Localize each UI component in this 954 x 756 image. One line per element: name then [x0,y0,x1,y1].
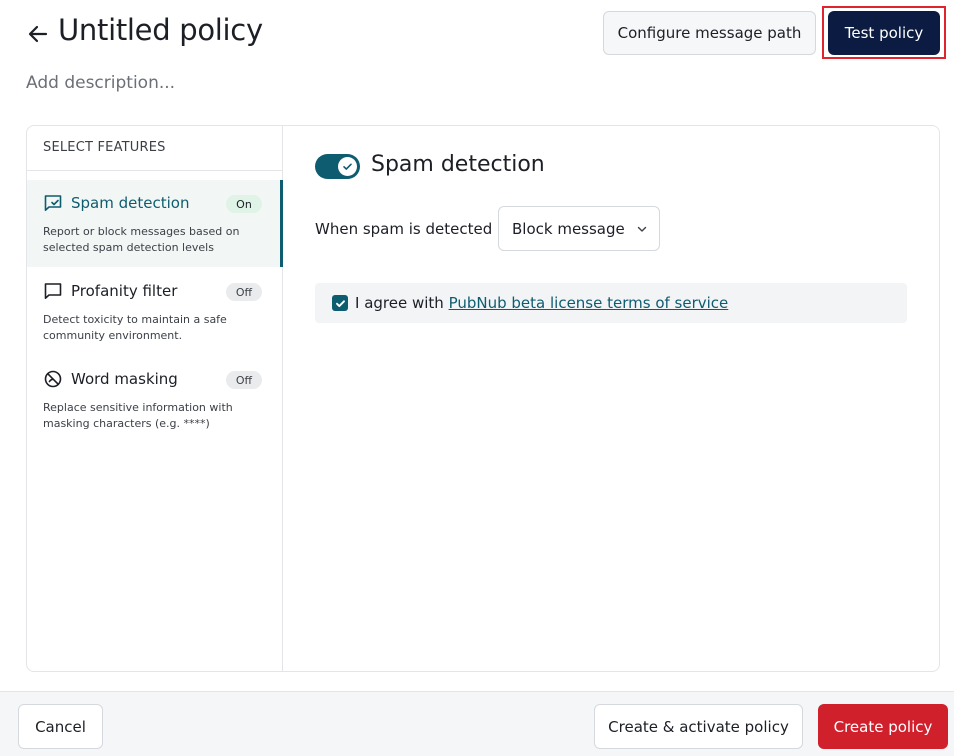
license-agreement: I agree with PubNub beta license terms o… [315,283,907,323]
spam-action-select[interactable]: Block message [498,206,660,251]
policy-editor-card: SELECT FEATURES Spam detection On Report… [26,125,940,672]
sidebar-heading: SELECT FEATURES [27,126,283,171]
agree-text: I agree with PubNub beta license terms o… [355,294,728,312]
description-field[interactable]: Add description... [26,73,175,93]
back-arrow-icon[interactable] [24,20,52,48]
agree-checkbox[interactable] [332,295,348,311]
spam-detection-toggle[interactable] [315,154,360,179]
sidebar-item-description: Detect toxicity to maintain a safe commu… [43,313,227,342]
create-activate-button[interactable]: Create & activate policy [594,704,803,749]
sidebar-item-label: Profanity filter [71,282,178,300]
sidebar-item-label: Word masking [71,370,178,388]
checkmark-icon [335,299,345,307]
sidebar-item-description: Report or block messages based on select… [43,225,240,254]
check-icon [343,163,352,170]
message-square-icon [44,283,62,299]
status-badge: Off [226,283,262,301]
sidebar-item-label: Spam detection [71,194,190,212]
section-title: Spam detection [371,152,545,177]
configure-message-path-button[interactable]: Configure message path [603,11,816,55]
status-badge: On [226,195,262,213]
message-check-icon [44,195,62,211]
sidebar-item-spam-detection[interactable]: Spam detection On Report or block messag… [27,180,283,267]
select-value: Block message [512,220,625,238]
active-indicator [280,180,283,267]
create-policy-button[interactable]: Create policy [818,704,948,749]
sidebar-item-word-masking[interactable]: Word masking Off Replace sensitive infor… [27,356,283,443]
agree-prefix: I agree with [355,294,449,312]
page-title[interactable]: Untitled policy [58,13,263,47]
sidebar-item-description: Replace sensitive information with maski… [43,401,233,430]
license-terms-link[interactable]: PubNub beta license terms of service [449,294,729,312]
cancel-button[interactable]: Cancel [18,704,103,749]
chevron-down-icon [637,226,647,232]
eye-off-icon [44,370,62,388]
test-policy-button[interactable]: Test policy [828,11,940,55]
toggle-knob [338,157,357,176]
spam-action-label: When spam is detected [315,220,493,238]
sidebar-item-profanity-filter[interactable]: Profanity filter Off Detect toxicity to … [27,268,283,355]
footer-bar: Cancel Create & activate policy Create p… [0,691,954,756]
features-sidebar: SELECT FEATURES Spam detection On Report… [27,126,283,671]
status-badge: Off [226,371,262,389]
